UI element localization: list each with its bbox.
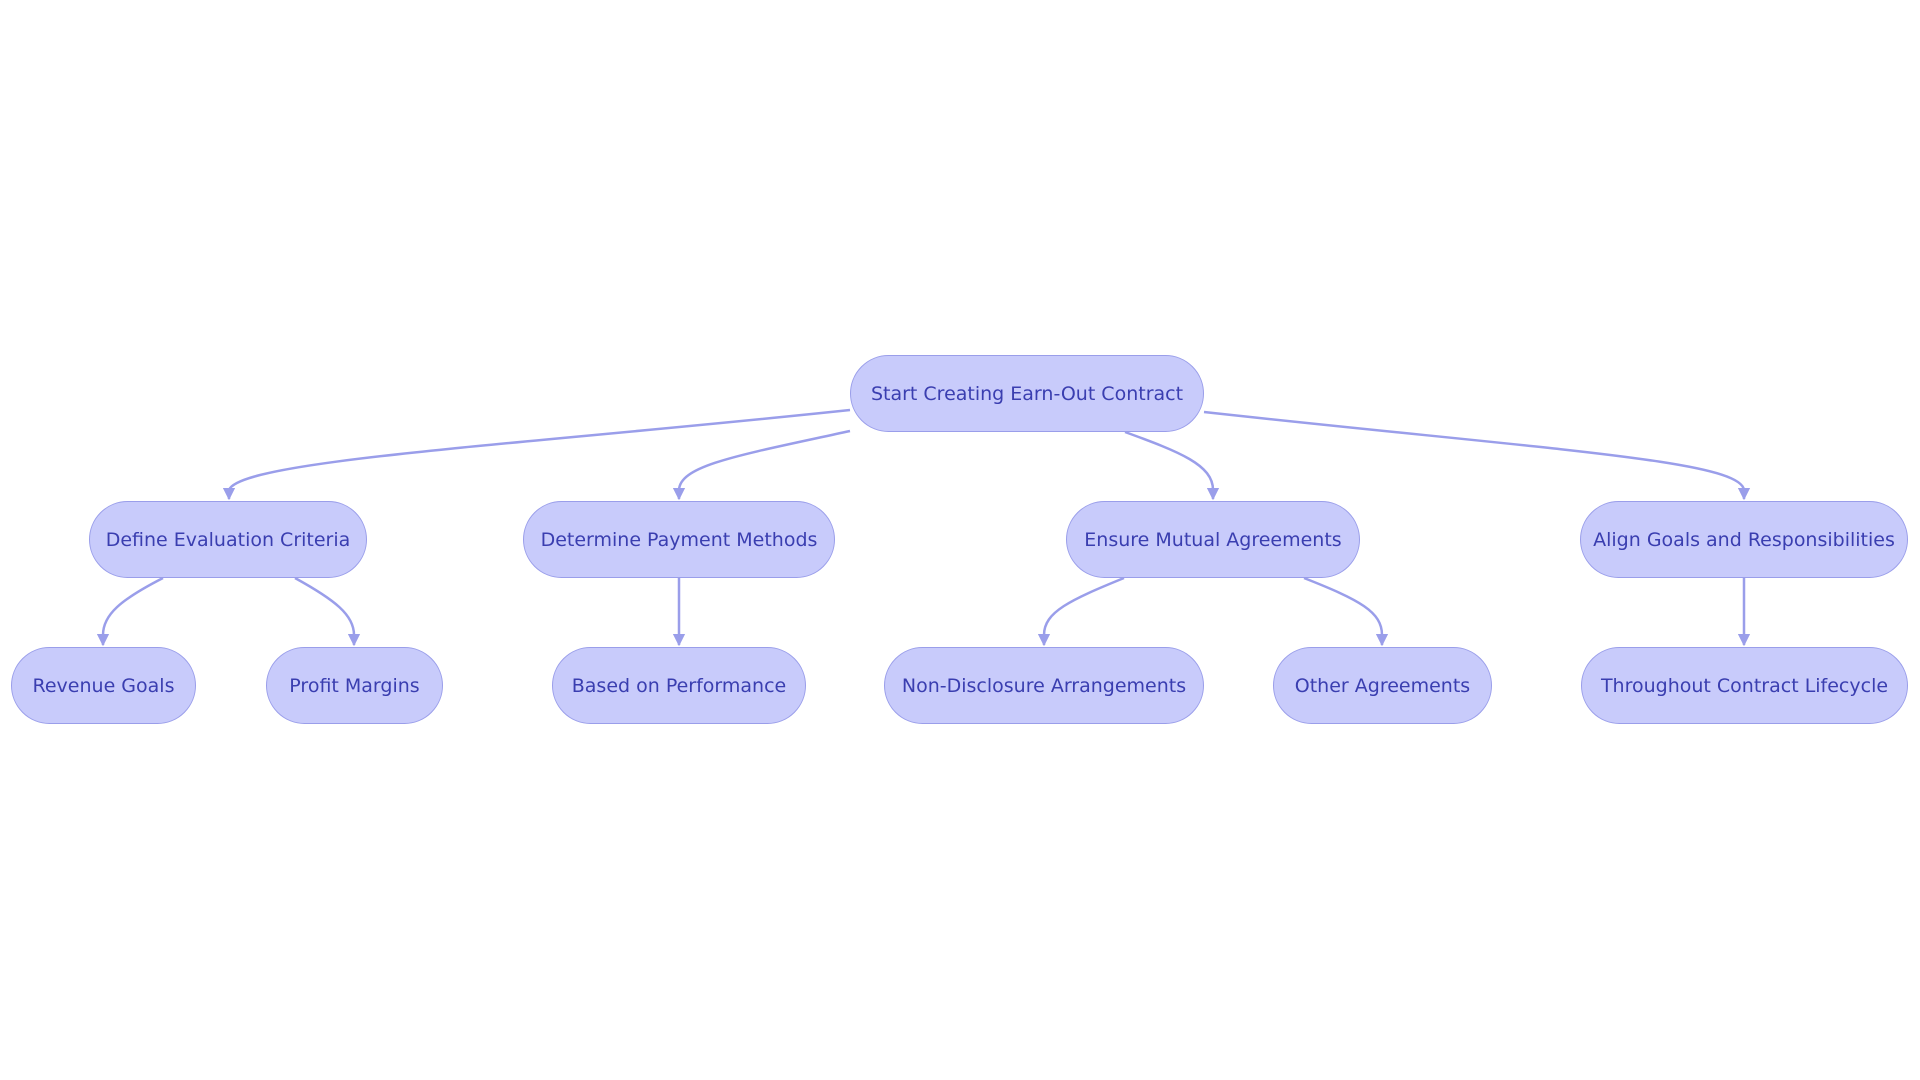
edge-root-to-payment [672,429,851,501]
node-label: Non-Disclosure Arrangements [901,674,1187,697]
node-based-on-performance[interactable]: Based on Performance [552,647,806,724]
node-start-creating-earn-out-contract[interactable]: Start Creating Earn-Out Contract [850,355,1204,432]
edge-root-to-mutual [1124,430,1220,501]
edge-mutual-to-other [1303,576,1389,647]
node-label: Based on Performance [571,674,787,697]
node-label: Align Goals and Responsibilities [1593,528,1895,551]
node-throughout-contract-lifecycle[interactable]: Throughout Contract Lifecycle [1581,647,1908,724]
node-non-disclosure-arrangements[interactable]: Non-Disclosure Arrangements [884,647,1204,724]
node-align-goals-and-responsibilities[interactable]: Align Goals and Responsibilities [1580,501,1908,578]
node-define-evaluation-criteria[interactable]: Define Evaluation Criteria [89,501,367,578]
node-revenue-goals[interactable]: Revenue Goals [11,647,196,724]
node-label: Revenue Goals [32,674,175,697]
node-ensure-mutual-agreements[interactable]: Ensure Mutual Agreements [1066,501,1360,578]
node-label: Define Evaluation Criteria [105,528,351,551]
node-label: Determine Payment Methods [540,528,818,551]
node-label: Start Creating Earn-Out Contract [870,382,1184,405]
edge-define-to-revenue [96,576,164,647]
node-label: Throughout Contract Lifecycle [1600,674,1889,697]
edge-define-to-profit [294,576,361,647]
edge-root-to-align [1203,410,1751,501]
node-determine-payment-methods[interactable]: Determine Payment Methods [523,501,835,578]
node-label: Profit Margins [289,674,420,697]
node-label: Ensure Mutual Agreements [1084,528,1342,551]
edge-mutual-to-nda [1037,576,1125,647]
edge-root-to-define [222,408,851,501]
node-profit-margins[interactable]: Profit Margins [266,647,443,724]
node-label: Other Agreements [1294,674,1471,697]
node-other-agreements[interactable]: Other Agreements [1273,647,1492,724]
